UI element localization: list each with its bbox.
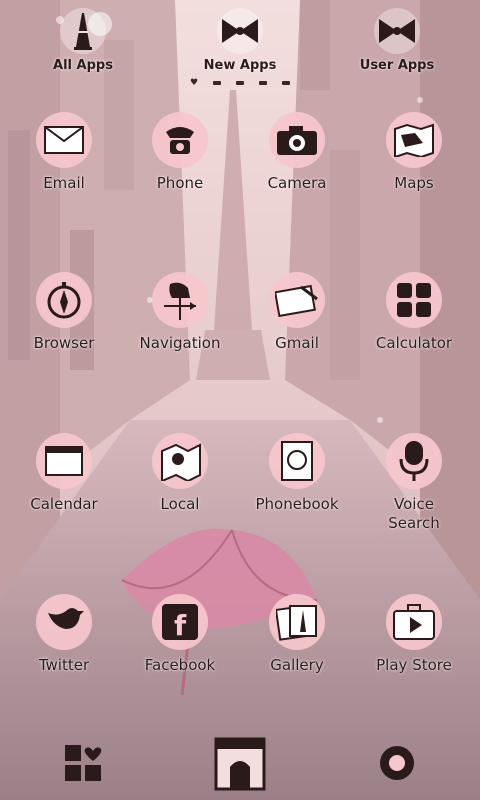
app-label: Navigation: [139, 334, 221, 352]
home-button[interactable]: [212, 732, 268, 792]
app-play-store[interactable]: Play Store: [355, 594, 473, 714]
microphone-icon: [386, 433, 442, 489]
suitcase-play-icon: [386, 594, 442, 650]
app-calculator[interactable]: Calculator: [355, 272, 473, 392]
local-icon: [152, 433, 208, 489]
app-twitter[interactable]: Twitter: [5, 594, 123, 714]
svg-text:f: f: [174, 609, 187, 642]
camera-icon: [269, 112, 325, 168]
phonebook-icon: [269, 433, 325, 489]
app-calendar[interactable]: Calendar: [5, 433, 123, 553]
app-email[interactable]: Email: [5, 112, 123, 232]
app-gallery[interactable]: Gallery: [238, 594, 356, 714]
tab-label: All Apps: [53, 58, 113, 73]
app-phone[interactable]: Phone: [121, 112, 239, 232]
map-icon: [386, 112, 442, 168]
app-phonebook[interactable]: Phonebook: [238, 433, 356, 553]
tab-label: New Apps: [203, 58, 277, 73]
app-label: Facebook: [144, 656, 216, 674]
page-indicator: ♥: [190, 78, 290, 88]
app-label: Local: [160, 495, 200, 513]
tab-new-apps[interactable]: New Apps: [185, 8, 295, 78]
app-facebook[interactable]: f Facebook: [121, 594, 239, 714]
app-maps[interactable]: Maps: [355, 112, 473, 232]
app-label: Play Store: [376, 656, 452, 674]
app-label: Camera: [267, 174, 327, 192]
tab-all-apps[interactable]: All Apps: [28, 8, 138, 78]
rotary-phone-icon: [152, 112, 208, 168]
app-camera[interactable]: Camera: [238, 112, 356, 232]
page-dot: [282, 81, 290, 85]
app-label: Calendar: [30, 495, 98, 513]
settings-gear-icon: [380, 746, 414, 780]
app-browser[interactable]: Browser: [5, 272, 123, 392]
letter-icon: [269, 272, 325, 328]
calendar-icon: [36, 433, 92, 489]
app-label: Voice Search: [388, 495, 440, 532]
page-dot: [213, 81, 221, 85]
app-drawer-button[interactable]: [58, 738, 108, 788]
app-label: Phone: [156, 174, 204, 192]
bow-icon: [217, 8, 263, 54]
tab-user-apps[interactable]: User Apps: [342, 8, 452, 78]
app-local[interactable]: Local: [121, 433, 239, 553]
app-label: Phonebook: [255, 495, 339, 513]
app-label: Gallery: [270, 656, 324, 674]
calculator-icon: [386, 272, 442, 328]
bow-icon: [374, 8, 420, 54]
page-dot: [236, 81, 244, 85]
eiffel-tower-icon: [60, 8, 106, 54]
compass-icon: [36, 272, 92, 328]
app-gmail[interactable]: Gmail: [238, 272, 356, 392]
app-grid-heart-icon: [65, 745, 102, 781]
page-dot: [259, 81, 267, 85]
app-navigation[interactable]: Navigation: [121, 272, 239, 392]
arc-de-triomphe-icon: [214, 737, 266, 791]
settings-button[interactable]: [372, 738, 422, 788]
app-label: Browser: [33, 334, 95, 352]
weathervane-icon: [152, 272, 208, 328]
app-label: Calculator: [375, 334, 453, 352]
app-label: Gmail: [275, 334, 319, 352]
app-label: Maps: [394, 174, 434, 192]
envelope-icon: [36, 112, 92, 168]
tab-label: User Apps: [359, 58, 435, 73]
app-label: Email: [43, 174, 85, 192]
app-voice-search[interactable]: Voice Search: [355, 433, 473, 553]
app-label: Twitter: [38, 656, 90, 674]
facebook-icon: f: [152, 594, 208, 650]
photos-icon: [269, 594, 325, 650]
heart-icon: ♥: [190, 78, 199, 88]
bird-icon: [36, 594, 92, 650]
